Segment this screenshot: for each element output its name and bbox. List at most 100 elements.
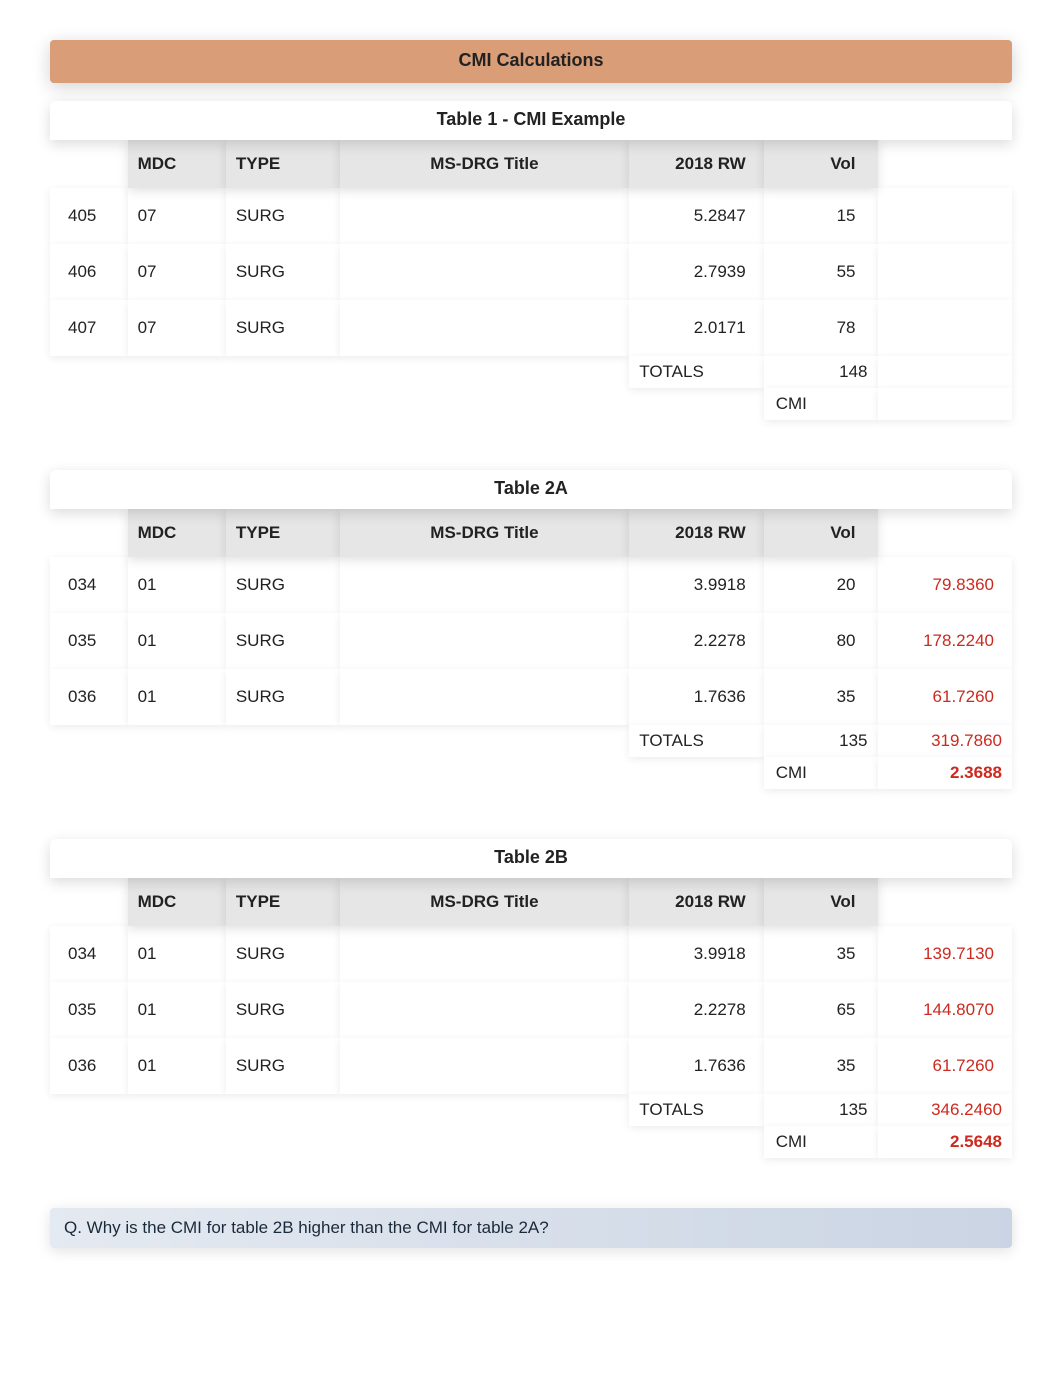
table-row: 40707SURG2.017178 (50, 300, 1012, 356)
col-drg-blank (50, 878, 128, 926)
cell-mdc: 07 (128, 244, 226, 300)
cmi-value: 2.3688 (878, 757, 1013, 789)
question-text: Q. Why is the CMI for table 2B higher th… (50, 1208, 1012, 1248)
table-2b: MDC TYPE MS-DRG Title 2018 RW Vol 03401S… (50, 878, 1012, 1158)
cell-title (340, 926, 630, 982)
totals-calc (878, 356, 1013, 388)
totals-label: TOTALS (629, 725, 763, 757)
table-row: 40607SURG2.793955 (50, 244, 1012, 300)
cell-vol: 65 (764, 982, 878, 1038)
table-2a-block: Table 2A MDC TYPE MS-DRG Title 2018 RW V… (50, 470, 1012, 789)
cell-mdc: 01 (128, 926, 226, 982)
col-vol: Vol (764, 509, 878, 557)
col-mdc: MDC (128, 140, 226, 188)
table-2b-block: Table 2B MDC TYPE MS-DRG Title 2018 RW V… (50, 839, 1012, 1158)
cell-drg: 407 (50, 300, 128, 356)
cell-title (340, 244, 630, 300)
cell-drg: 406 (50, 244, 128, 300)
totals-calc: 319.7860 (878, 725, 1013, 757)
cell-calc: 61.7260 (878, 1038, 1013, 1094)
col-title: MS-DRG Title (340, 878, 630, 926)
table-row: 40507SURG5.284715 (50, 188, 1012, 244)
cell-type: SURG (226, 188, 340, 244)
table-1: MDC TYPE MS-DRG Title 2018 RW Vol 40507S… (50, 140, 1012, 420)
cell-type: SURG (226, 926, 340, 982)
cell-rw: 5.2847 (629, 188, 763, 244)
col-calc-blank (878, 878, 1013, 926)
table-row: 03401SURG 3.99182079.8360 (50, 557, 1012, 613)
col-rw: 2018 RW (629, 878, 763, 926)
cell-calc: 144.8070 (878, 982, 1013, 1038)
totals-vol: 148 (764, 356, 878, 388)
cell-vol: 55 (764, 244, 878, 300)
cell-drg: 036 (50, 1038, 128, 1094)
table-row: 03601SURG 1.76363561.7260 (50, 1038, 1012, 1094)
cell-rw: 3.9918 (629, 926, 763, 982)
cell-type: SURG (226, 669, 340, 725)
cell-rw: 1.7636 (629, 669, 763, 725)
cell-vol: 80 (764, 613, 878, 669)
cell-title (340, 982, 630, 1038)
cell-type: SURG (226, 557, 340, 613)
cell-calc: 139.7130 (878, 926, 1013, 982)
table-2a: MDC TYPE MS-DRG Title 2018 RW Vol 03401S… (50, 509, 1012, 789)
col-calc-blank (878, 509, 1013, 557)
col-vol: Vol (764, 878, 878, 926)
table-row: 03501SURG2.227880178.2240 (50, 613, 1012, 669)
cmi-value (878, 388, 1013, 420)
cell-drg: 035 (50, 613, 128, 669)
col-type: TYPE (226, 140, 340, 188)
totals-label: TOTALS (629, 356, 763, 388)
cell-drg: 035 (50, 982, 128, 1038)
col-vol: Vol (764, 140, 878, 188)
cell-drg: 405 (50, 188, 128, 244)
cell-mdc: 01 (128, 613, 226, 669)
cell-type: SURG (226, 1038, 340, 1094)
cell-rw: 1.7636 (629, 1038, 763, 1094)
col-title: MS-DRG Title (340, 509, 630, 557)
cmi-value: 2.5648 (878, 1126, 1013, 1158)
totals-label: TOTALS (629, 1094, 763, 1126)
table-row: 03601SURG 1.76363561.7260 (50, 669, 1012, 725)
cell-title (340, 669, 630, 725)
col-type: TYPE (226, 878, 340, 926)
col-drg-blank (50, 140, 128, 188)
cell-mdc: 01 (128, 1038, 226, 1094)
cell-rw: 3.9918 (629, 557, 763, 613)
cell-mdc: 01 (128, 669, 226, 725)
cell-mdc: 07 (128, 188, 226, 244)
cmi-label: CMI (764, 757, 878, 789)
totals-vol: 135 (764, 1094, 878, 1126)
totals-vol: 135 (764, 725, 878, 757)
col-type: TYPE (226, 509, 340, 557)
cell-title (340, 1038, 630, 1094)
cell-title (340, 188, 630, 244)
cell-title (340, 613, 630, 669)
col-title: MS-DRG Title (340, 140, 630, 188)
cell-rw: 2.2278 (629, 613, 763, 669)
cell-calc (878, 244, 1013, 300)
cell-vol: 20 (764, 557, 878, 613)
cell-calc (878, 300, 1013, 356)
col-rw: 2018 RW (629, 140, 763, 188)
cmi-label: CMI (764, 1126, 878, 1158)
cell-title (340, 300, 630, 356)
col-mdc: MDC (128, 509, 226, 557)
cmi-label: CMI (764, 388, 878, 420)
totals-calc: 346.2460 (878, 1094, 1013, 1126)
table-row: 03401SURG3.991835139.7130 (50, 926, 1012, 982)
cell-calc: 61.7260 (878, 669, 1013, 725)
table-2b-title: Table 2B (50, 839, 1012, 878)
cell-type: SURG (226, 244, 340, 300)
cell-calc (878, 188, 1013, 244)
cell-type: SURG (226, 300, 340, 356)
cell-mdc: 01 (128, 557, 226, 613)
cell-vol: 35 (764, 669, 878, 725)
cell-drg: 036 (50, 669, 128, 725)
cell-calc: 178.2240 (878, 613, 1013, 669)
cell-drg: 034 (50, 557, 128, 613)
cell-calc: 79.8360 (878, 557, 1013, 613)
col-mdc: MDC (128, 878, 226, 926)
cell-vol: 78 (764, 300, 878, 356)
cell-vol: 35 (764, 1038, 878, 1094)
